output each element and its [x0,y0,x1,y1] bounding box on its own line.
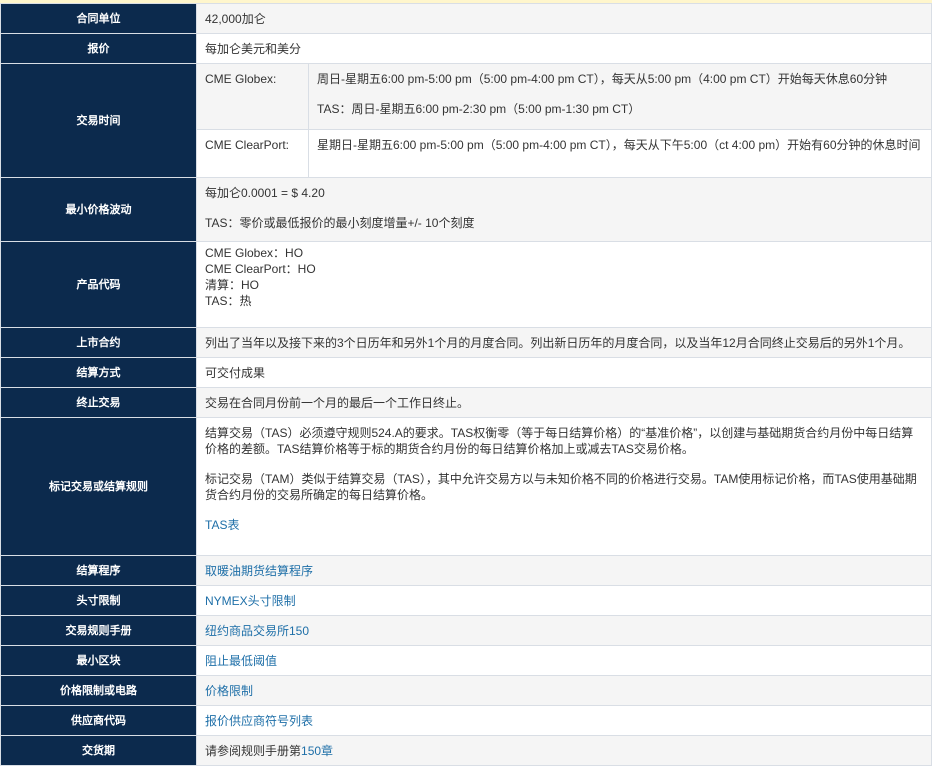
row-price-limits: 价格限制或电路 价格限制 [0,675,932,706]
row-termination-of-trading: 终止交易 交易在合同月份前一个月的最后一个工作日终止。 [0,387,932,418]
position-limits-link[interactable]: NYMEX头寸限制 [205,594,296,608]
row-value: 可交付成果 [196,357,932,388]
row-label: 合同单位 [0,3,197,34]
row-label: 最小价格波动 [0,177,197,242]
row-value: CME Globex：HO CME ClearPort：HO 清算：HO TAS… [196,241,932,328]
delivery-text: 请参阅规则手册第 [205,744,302,758]
globex-tas-hours-text: TAS：周日-星期五6:00 pm-2:30 pm（5:00 pm-1:30 p… [317,102,641,116]
row-value: 阻止最低阈值 [196,645,932,676]
tas-rule-paragraph: 结算交易（TAS）必须遵守规则524.A的要求。TAS权衡零（等于每日结算价格）… [205,426,914,456]
row-value: 取暖油期货结算程序 [196,555,932,586]
row-label: 交易时间 [0,63,197,178]
row-position-limits: 头寸限制 NYMEX头寸限制 [0,585,932,616]
code-tas: TAS：热 [205,294,252,308]
code-clearport: CME ClearPort：HO [205,262,316,276]
row-label: 报价 [0,33,197,64]
row-value: 纽约商品交易所150 [196,615,932,646]
row-label: 上市合约 [0,327,197,358]
code-clearing: 清算：HO [205,278,260,292]
row-value: 报价供应商符号列表 [196,705,932,736]
row-delivery-period: 交货期 请参阅规则手册第150章 [0,735,932,766]
sub-value-globex: 周日-星期五6:00 pm-5:00 pm（5:00 pm-4:00 pm CT… [308,63,932,130]
contract-specs-table: 合同单位 42,000加仑 报价 每加仑美元和美分 交易时间 CME Globe… [0,3,932,766]
vendor-codes-link[interactable]: 报价供应商符号列表 [205,714,313,728]
tas-table-link[interactable]: TAS表 [205,517,923,533]
code-globex: CME Globex：HO [205,246,304,260]
tam-rule-paragraph: 标记交易（TAM）类似于结算交易（TAS），其中允许交易方以与未知价格不同的价格… [205,472,917,502]
row-value: 交易在合同月份前一个月的最后一个工作日终止。 [196,387,932,418]
row-block-minimum: 最小区块 阻止最低阈值 [0,645,932,676]
row-value: 每加仑0.0001 = $ 4.20 TAS：零价或最低报价的最小刻度增量+/-… [196,177,932,242]
row-min-price-fluctuation: 最小价格波动 每加仑0.0001 = $ 4.20 TAS：零价或最低报价的最小… [0,177,932,242]
row-value: 结算交易（TAS）必须遵守规则524.A的要求。TAS权衡零（等于每日结算价格）… [196,417,932,556]
rulebook-link[interactable]: 纽约商品交易所150 [205,624,309,638]
sub-label-clearport: CME ClearPort: [196,129,309,178]
chapter-150-link[interactable]: 150章 [301,744,333,758]
row-value: 每加仑美元和美分 [196,33,932,64]
block-minimum-link[interactable]: 阻止最低阈值 [205,654,277,668]
row-tas-rules: 标记交易或结算规则 结算交易（TAS）必须遵守规则524.A的要求。TAS权衡零… [0,417,932,556]
row-value: 列出了当年以及接下来的3个日历年和另外1个月的月度合同。列出新日历年的月度合同，… [196,327,932,358]
sub-label-globex: CME Globex: [196,63,309,130]
row-vendor-codes: 供应商代码 报价供应商符号列表 [0,705,932,736]
row-label: 结算方式 [0,357,197,388]
row-value: NYMEX头寸限制 [196,585,932,616]
row-rulebook: 交易规则手册 纽约商品交易所150 [0,615,932,646]
settlement-procedure-link[interactable]: 取暖油期货结算程序 [205,564,313,578]
row-value: 请参阅规则手册第150章 [196,735,932,766]
row-label: 头寸限制 [0,585,197,616]
row-label: 最小区块 [0,645,197,676]
row-listed-contracts: 上市合约 列出了当年以及接下来的3个日历年和另外1个月的月度合同。列出新日历年的… [0,327,932,358]
sub-value-clearport: 星期日-星期五6:00 pm-5:00 pm（5:00 pm-4:00 pm C… [308,129,932,178]
row-label: 标记交易或结算规则 [0,417,197,556]
tas-tick-text: TAS：零价或最低报价的最小刻度增量+/- 10个刻度 [205,216,475,230]
row-label: 结算程序 [0,555,197,586]
row-label: 价格限制或电路 [0,675,197,706]
row-product-code: 产品代码 CME Globex：HO CME ClearPort：HO 清算：H… [0,241,932,328]
row-contract-unit: 合同单位 42,000加仑 [0,3,932,34]
row-value: 42,000加仑 [196,3,932,34]
tick-text: 每加仑0.0001 = $ 4.20 [205,186,325,200]
row-label: 交易规则手册 [0,615,197,646]
row-label: 终止交易 [0,387,197,418]
row-value: 价格限制 [196,675,932,706]
row-trading-hours-globex: 交易时间 CME Globex: 周日-星期五6:00 pm-5:00 pm（5… [0,63,932,178]
price-limits-link[interactable]: 价格限制 [205,684,253,698]
row-settlement-method: 结算方式 可交付成果 [0,357,932,388]
row-label: 供应商代码 [0,705,197,736]
row-price-quotation: 报价 每加仑美元和美分 [0,33,932,64]
row-label: 产品代码 [0,241,197,328]
row-label: 交货期 [0,735,197,766]
row-settlement-procedure: 结算程序 取暖油期货结算程序 [0,555,932,586]
globex-hours-text: 周日-星期五6:00 pm-5:00 pm（5:00 pm-4:00 pm CT… [317,72,888,86]
